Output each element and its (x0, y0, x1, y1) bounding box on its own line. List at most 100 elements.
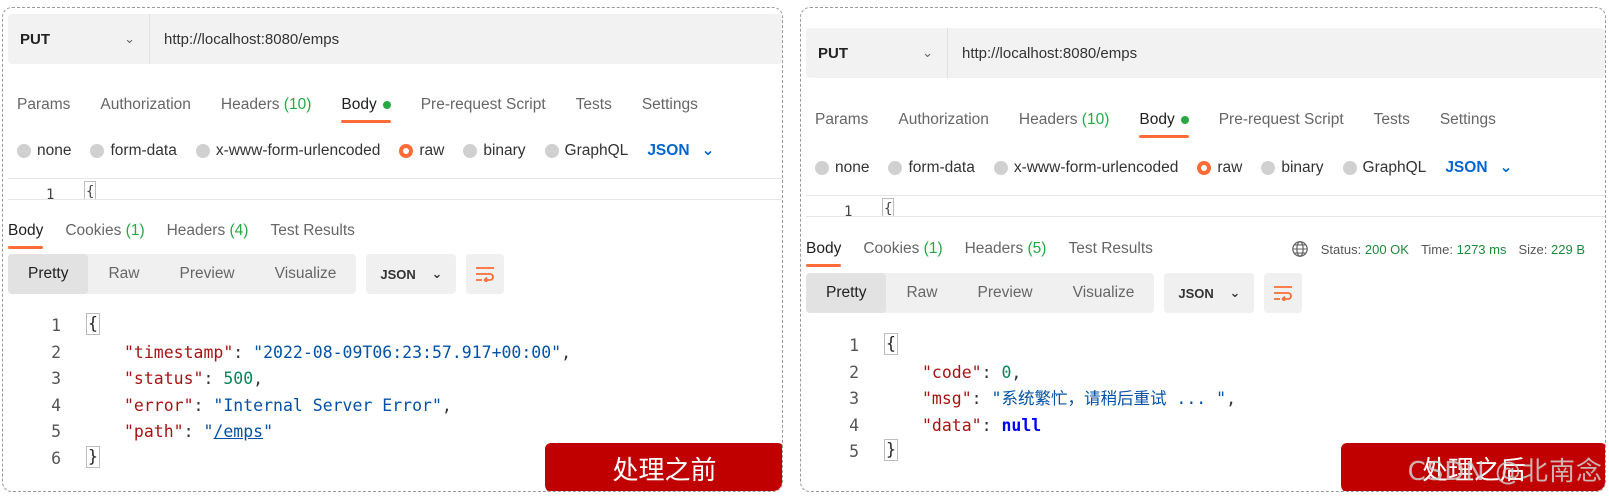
json-key: "path" (124, 422, 184, 441)
tab-tests[interactable]: Tests (1374, 111, 1410, 138)
body-type-urlencoded[interactable]: x-www-form-urlencoded (993, 159, 1178, 177)
line-number: 1 (46, 187, 55, 200)
request-body-editor[interactable]: 1 { (8, 178, 782, 200)
before-panel: PUT ⌄ http://localhost:8080/emps Params … (2, 7, 783, 492)
radio-selected-icon (399, 143, 414, 158)
radio-icon (195, 143, 210, 158)
radio-selected-icon (1197, 160, 1212, 175)
tab-params[interactable]: Params (815, 111, 868, 138)
view-visualize-button[interactable]: Visualize (255, 254, 357, 294)
body-type-form-data[interactable]: form-data (90, 142, 177, 160)
view-preview-button[interactable]: Preview (958, 273, 1053, 313)
after-panel: PUT ⌄ http://localhost:8080/emps Params … (800, 7, 1606, 492)
radio-icon (1261, 160, 1276, 175)
radio-icon (888, 160, 903, 175)
body-type-binary[interactable]: binary (463, 141, 526, 160)
body-type-graphql[interactable]: GraphQL (1342, 159, 1426, 177)
tab-body-label: Body (341, 96, 377, 113)
watermark: CSDN @北南念 (1407, 457, 1603, 487)
response-tab-test-results[interactable]: Test Results (1068, 240, 1152, 267)
response-tab-body[interactable]: Body (806, 240, 842, 267)
radio-icon (17, 143, 31, 158)
view-pretty-button[interactable]: Pretty (8, 254, 89, 294)
json-link-value[interactable]: /emps (213, 422, 263, 441)
body-type-none[interactable]: none (17, 142, 71, 160)
tab-authorization[interactable]: Authorization (898, 111, 988, 138)
code-line: "path": "/emps" (124, 422, 274, 441)
tab-prerequest-script[interactable]: Pre-request Script (1219, 111, 1344, 138)
code-brace: { (884, 333, 898, 355)
body-type-form-data[interactable]: form-data (888, 159, 975, 177)
raw-format-label: JSON (1445, 158, 1488, 176)
method-label: PUT (20, 30, 50, 48)
body-type-binary[interactable]: binary (1261, 158, 1324, 177)
method-select[interactable]: PUT ⌄ (806, 28, 948, 78)
tab-prerequest-script[interactable]: Pre-request Script (421, 96, 546, 123)
tab-headers[interactable]: Headers (10) (1019, 111, 1109, 138)
tab-params[interactable]: Params (17, 96, 70, 123)
response-format-select[interactable]: JSON ⌄ (366, 254, 457, 294)
code-line: "code": 0, (922, 362, 1022, 382)
body-type-graphql[interactable]: GraphQL (544, 141, 629, 160)
line-number: 3 (849, 389, 859, 408)
wrap-lines-button[interactable] (466, 254, 505, 294)
response-status-bar: Status: 200 OK Time: 1273 ms Size: 229 B (1291, 240, 1585, 258)
response-view-bar: Pretty Raw Preview Visualize JSON ⌄ (8, 254, 505, 294)
response-tab-test-results[interactable]: Test Results (270, 222, 354, 249)
body-type-none[interactable]: none (815, 159, 869, 177)
tab-body[interactable]: Body (1139, 111, 1190, 138)
request-tabs: Params Authorization Headers (10) Body P… (815, 111, 1496, 138)
code-brace: { (86, 313, 100, 335)
time-info[interactable]: Time: 1273 ms (1421, 242, 1507, 257)
body-type-label: GraphQL (564, 141, 629, 159)
body-type-raw[interactable]: raw (1197, 159, 1242, 177)
body-type-label: none (835, 158, 870, 176)
line-number: 2 (51, 342, 61, 362)
response-tab-headers[interactable]: Headers (4) (167, 222, 249, 249)
url-input[interactable]: http://localhost:8080/emps (948, 45, 1137, 62)
view-preview-button[interactable]: Preview (160, 254, 255, 294)
chevron-down-icon: ⌄ (1499, 159, 1513, 176)
status-info[interactable]: Status: 200 OK (1321, 242, 1409, 257)
body-type-label: binary (483, 141, 526, 159)
response-tab-cookies[interactable]: Cookies (1) (863, 240, 942, 267)
code-brace: } (884, 439, 898, 461)
body-type-label: raw (1217, 158, 1243, 176)
view-raw-button[interactable]: Raw (88, 254, 159, 294)
wrap-lines-button[interactable] (1264, 273, 1303, 313)
tab-tests[interactable]: Tests (576, 96, 612, 123)
view-raw-button[interactable]: Raw (886, 273, 957, 313)
globe-icon[interactable] (1291, 240, 1309, 258)
request-body-editor[interactable]: 1 { (806, 195, 1605, 217)
headers-count: (4) (229, 222, 249, 239)
size-info[interactable]: Size: 229 B (1518, 242, 1585, 257)
line-number: 5 (849, 442, 859, 461)
response-tab-body[interactable]: Body (8, 222, 44, 249)
json-key: "code" (922, 362, 982, 382)
response-format-label: JSON (1178, 285, 1214, 301)
tab-settings[interactable]: Settings (1440, 111, 1496, 138)
view-mode-segment: Pretty Raw Preview Visualize (806, 273, 1155, 313)
tab-authorization[interactable]: Authorization (100, 96, 190, 123)
line-number: 3 (51, 369, 61, 388)
json-value: "Internal Server Error" (213, 395, 442, 415)
headers-label: Headers (964, 240, 1024, 257)
raw-format-select[interactable]: JSON ⌄ (647, 141, 714, 160)
response-tab-cookies[interactable]: Cookies (1) (65, 222, 144, 249)
view-visualize-button[interactable]: Visualize (1053, 273, 1155, 313)
line-number: 4 (51, 395, 61, 415)
method-select[interactable]: PUT ⌄ (8, 14, 150, 64)
raw-format-select[interactable]: JSON ⌄ (1445, 158, 1512, 177)
url-input[interactable]: http://localhost:8080/emps (150, 31, 339, 48)
tab-settings[interactable]: Settings (642, 96, 698, 123)
headers-label: Headers (166, 222, 226, 239)
response-tab-headers[interactable]: Headers (5) (965, 240, 1047, 267)
modified-dot-icon (382, 100, 391, 109)
response-format-select[interactable]: JSON ⌄ (1164, 273, 1255, 313)
view-pretty-button[interactable]: Pretty (806, 273, 887, 313)
body-type-urlencoded[interactable]: x-www-form-urlencoded (195, 142, 380, 160)
tab-body[interactable]: Body (341, 96, 392, 123)
tab-headers[interactable]: Headers (10) (221, 96, 311, 123)
body-type-raw[interactable]: raw (399, 142, 444, 160)
body-type-label: binary (1281, 158, 1324, 176)
